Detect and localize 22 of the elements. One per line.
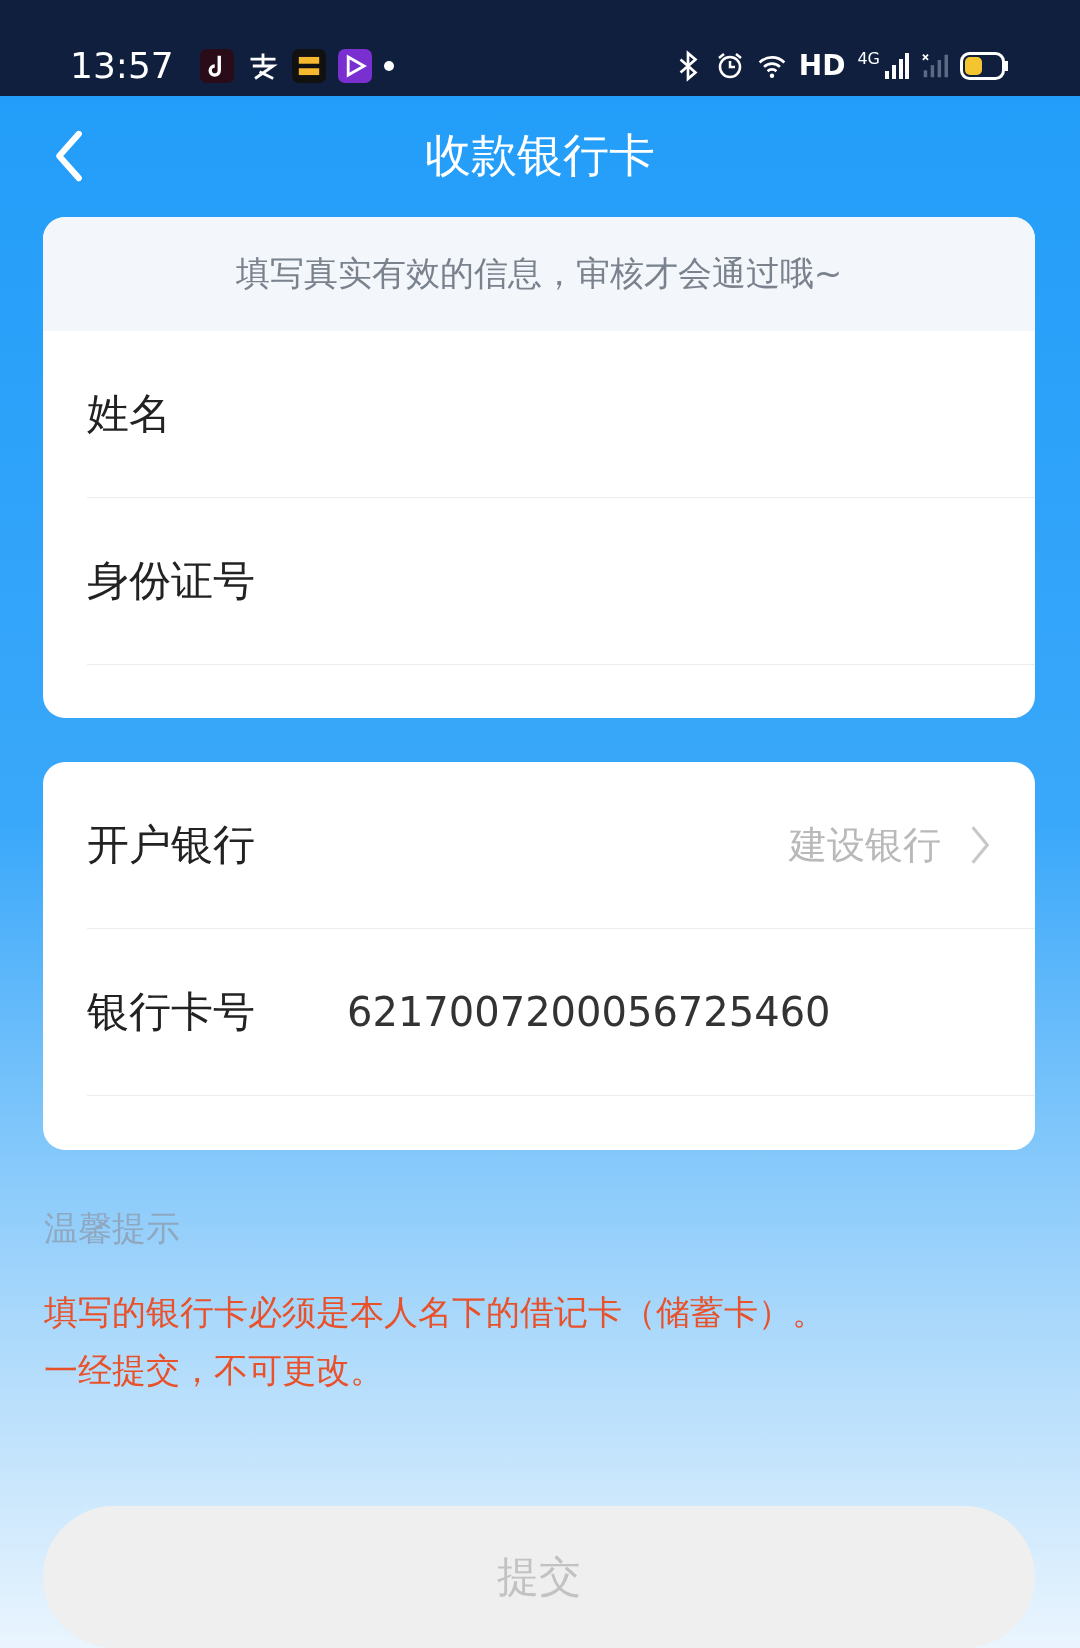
tips-text: 一经提交，不可更改。 bbox=[44, 1348, 385, 1392]
battery-icon bbox=[960, 51, 1010, 80]
hd-label: HD bbox=[798, 49, 846, 83]
signal-icon bbox=[884, 50, 910, 81]
field-label: 身份证号 bbox=[87, 554, 256, 607]
hint-text: 填写真实有效的信息，审核才会通过哦~ bbox=[235, 251, 843, 295]
app-icon bbox=[291, 48, 326, 83]
play-icon bbox=[337, 48, 372, 83]
status-time: 13:57 bbox=[70, 45, 174, 87]
field-label: 开户银行 bbox=[87, 819, 256, 872]
dot-icon bbox=[383, 60, 394, 71]
network-label: 4G bbox=[857, 49, 880, 69]
chevron-right-icon bbox=[969, 824, 991, 867]
page-title: 收款银行卡 bbox=[425, 127, 655, 185]
bank-select[interactable]: 建设银行 bbox=[789, 819, 941, 871]
music-note-icon bbox=[199, 48, 234, 83]
tips-text: 填写的银行卡必须是本人名下的借记卡（储蓄卡）。 bbox=[44, 1290, 827, 1334]
tips-title: 温馨提示 bbox=[44, 1206, 181, 1250]
back-icon[interactable] bbox=[54, 129, 84, 184]
input-field[interactable]: 6217007200056725460 bbox=[347, 989, 831, 1036]
field-label: 银行卡号 bbox=[87, 986, 256, 1039]
field-label: 姓名 bbox=[87, 387, 172, 440]
